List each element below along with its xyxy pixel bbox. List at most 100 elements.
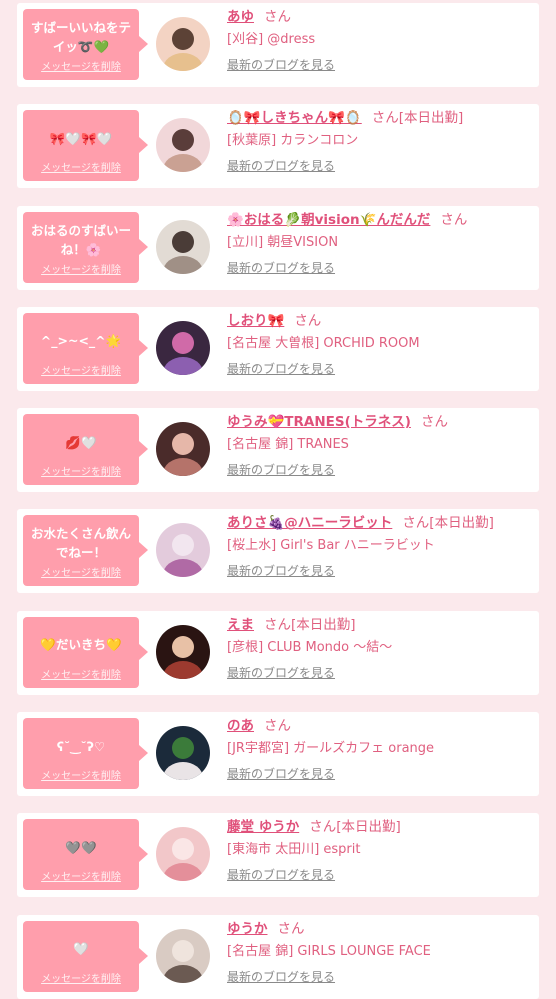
name-suffix: さん [264,9,291,25]
delete-message-link[interactable]: メッセージを削除 [23,58,139,73]
avatar-image [156,523,210,578]
message-bubble: 🎀🤍🎀🤍 メッセージを削除 [23,110,148,182]
message-text: お水たくさん飲ん でねー！ [30,526,131,561]
name-suffix: さん [277,920,305,937]
name-suffix: さん [294,312,322,329]
avatar[interactable] [156,827,210,882]
avatar-image [156,624,210,679]
list-item: 💛だいきち💛 メッセージを削除 えま さん[本日出勤] [彦根] CLUB Mon… [17,610,539,695]
latest-blog-link[interactable]: 最新のブログを見る [227,260,335,276]
shop-label: [秋葉原] カランコロン [227,133,359,149]
cast-name-link[interactable]: ありさ🍇@ハニーラビット [227,515,392,531]
shop-label: [JR宇都宮] ガールズカフェ orange [227,741,435,757]
avatar-image [156,17,210,71]
shop-label: [桜上水] Girl's Bar ハニーラビット [227,538,435,554]
cast-name-link[interactable]: しおり🎀 [227,313,284,329]
delete-message-link[interactable]: メッセージを削除 [23,868,139,883]
message-text: 💛だいきち💛 [40,637,122,653]
list-item: 🎀🤍🎀🤍 メッセージを削除 🪞🎀しきちゃん🎀🪞 さん[本日出勤] [秋葉原] カラ… [17,104,539,189]
message-bubble: すばーいいねをテ イッ➰💚 メッセージを削除 [23,9,148,80]
name-suffix: さん[本日出勤] [309,819,401,836]
cast-name-link[interactable]: あゆ [227,9,254,25]
delete-message-link[interactable]: メッセージを削除 [23,564,139,579]
shop-label: [名古屋 錦] TRANES [227,437,349,453]
avatar-image [156,219,210,274]
avatar[interactable] [156,726,210,781]
message-bubble: お水たくさん飲ん でねー！ メッセージを削除 [23,515,148,587]
message-text: 💋🤍 [65,434,97,450]
delete-message-link[interactable]: メッセージを削除 [23,666,139,681]
message-text: 🤍 [73,941,89,957]
shop-label: [名古屋 大曽根] ORCHID ROOM [227,335,420,351]
message-bubble: 🩶🩶 メッセージを削除 [23,819,148,891]
latest-blog-link[interactable]: 最新のブログを見る [227,563,335,579]
latest-blog-link[interactable]: 最新のブログを見る [227,969,335,985]
message-text: ʕ˘‿˘ʔ♡ [56,738,106,754]
list-item: 🩶🩶 メッセージを削除 藤堂 ゆうか さん[本日出勤] [東海市 太田川] esp… [17,813,539,898]
avatar-image [156,827,210,882]
latest-blog-link[interactable]: 最新のブログを見る [227,867,335,883]
delete-message-link[interactable]: メッセージを削除 [23,362,139,377]
delete-message-link[interactable]: メッセージを削除 [23,767,139,782]
shop-label: [名古屋 錦] GIRLS LOUNGE FACE [227,943,431,959]
cast-name-link[interactable]: のあ [227,718,254,734]
shop-label: [立川] 朝昼VISION [227,234,339,250]
avatar-image [156,320,210,375]
name-suffix: さん[本日出勤] [402,515,494,532]
avatar-image [156,118,210,173]
latest-blog-link[interactable]: 最新のブログを見る [227,665,335,681]
message-text: すばーいいねをテ イッ➰💚 [30,20,131,54]
message-bubble: ʕ˘‿˘ʔ♡ メッセージを削除 [23,718,148,790]
avatar-image [156,422,210,477]
name-suffix: さん [264,718,291,735]
avatar[interactable] [156,219,210,274]
message-text: 🎀🤍🎀🤍 [49,130,113,146]
delete-message-link[interactable]: メッセージを削除 [23,159,139,174]
message-text: ^_>~<_^🌟 [40,333,122,349]
avatar[interactable] [156,320,210,375]
latest-blog-link[interactable]: 最新のブログを見る [227,361,335,377]
cast-name-link[interactable]: 🪞🎀しきちゃん🎀🪞 [227,110,362,126]
message-bubble: おはるのすばいー ね！🌸 メッセージを削除 [23,211,148,283]
shop-label: [東海市 太田川] esprit [227,842,361,858]
message-bubble: 💛だいきち💛 メッセージを削除 [23,616,148,688]
list-item: すばーいいねをテ イッ➰💚 メッセージを削除 あゆ さん [刈谷] @dress … [17,3,539,87]
avatar[interactable] [156,928,210,983]
avatar[interactable] [156,624,210,679]
cast-name-link[interactable]: 🌸おはる🥬朝vision🌾んだんだ [227,212,430,228]
message-bubble: 💋🤍 メッセージを削除 [23,414,148,486]
list-item: お水たくさん飲ん でねー！ メッセージを削除 ありさ🍇@ハニーラビット さん[本日… [17,509,539,594]
delete-message-link[interactable]: メッセージを削除 [23,463,139,478]
latest-blog-link[interactable]: 最新のブログを見る [227,158,335,174]
latest-blog-link[interactable]: 最新のブログを見る [227,462,335,478]
delete-message-link[interactable]: メッセージを削除 [23,261,139,276]
list-item: おはるのすばいー ね！🌸 メッセージを削除 🌸おはる🥬朝vision🌾んだんださ… [17,205,539,290]
cast-name-link[interactable]: ゆうか [227,921,268,937]
name-suffix: さん [440,211,468,228]
list-item: 💋🤍 メッセージを削除 ゆうみ💝TRANES(トラネス) さん [名古屋 錦] T… [17,408,539,493]
list-item: 🤍 メッセージを削除 ゆうか さん [名古屋 錦] GIRLS LOUNGE FA… [17,914,539,999]
avatar[interactable] [156,422,210,477]
shop-label: [彦根] CLUB Mondo 〜結〜 [227,639,393,655]
delete-message-link[interactable]: メッセージを削除 [23,970,139,985]
avatar-image [156,928,210,983]
favorites-list: すばーいいねをテ イッ➰💚 メッセージを削除 あゆ さん [刈谷] @dress … [0,0,556,999]
shop-label: [刈谷] @dress [227,32,316,47]
name-suffix: さん[本日出勤] [371,110,464,127]
message-text: おはるのすばいー ね！🌸 [30,222,131,257]
message-text: 🩶🩶 [65,839,97,855]
latest-blog-link[interactable]: 最新のブログを見る [227,57,335,73]
cast-name-link[interactable]: ゆうみ💝TRANES(トラネス) [227,414,411,430]
avatar[interactable] [156,17,210,71]
list-item: ^_>~<_^🌟 メッセージを削除 しおり🎀 さん [名古屋 大曽根] ORCHI… [17,306,539,391]
avatar-image [156,726,210,781]
latest-blog-link[interactable]: 最新のブログを見る [227,766,335,782]
message-bubble: ^_>~<_^🌟 メッセージを削除 [23,312,148,384]
message-bubble: 🤍 メッセージを削除 [23,920,148,992]
avatar[interactable] [156,118,210,173]
cast-name-link[interactable]: えま [227,617,254,633]
cast-name-link[interactable]: 藤堂 ゆうか [227,819,299,835]
list-item: ʕ˘‿˘ʔ♡ メッセージを削除 のあ さん [JR宇都宮] ガールズカフェ ora… [17,712,539,797]
avatar[interactable] [156,523,210,578]
name-suffix: さん[本日出勤] [264,616,356,633]
